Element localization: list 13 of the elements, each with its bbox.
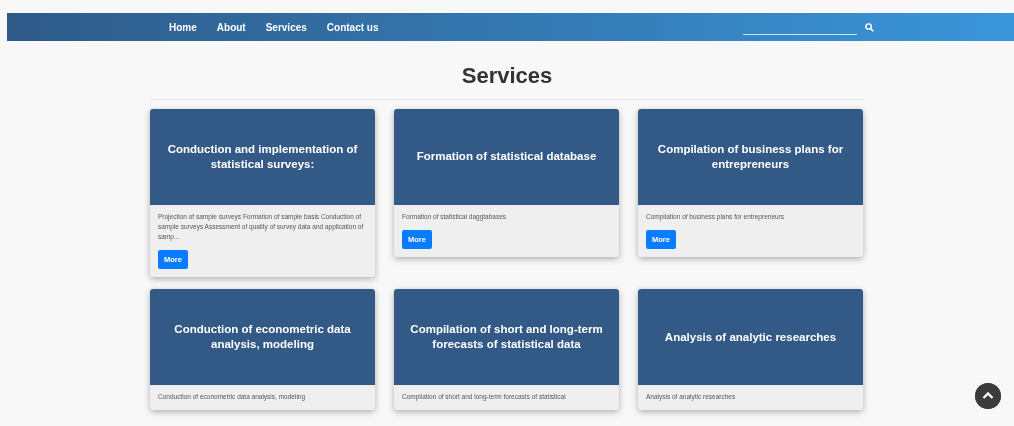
page-title: Services xyxy=(460,62,554,91)
search-icon[interactable] xyxy=(865,22,874,32)
card-title: Compilation of short and long-term forecasts of statistical data xyxy=(409,321,604,353)
nav-link[interactable]: Services xyxy=(265,21,307,33)
card-title: Conduction and implementation of statistical surveys: xyxy=(166,141,359,173)
nav-link[interactable]: Contact us xyxy=(326,21,379,33)
scroll-to-top-icon[interactable] xyxy=(975,383,1001,409)
card-title: Conduction of econometric data analysis, modeling xyxy=(173,321,352,353)
nav-link[interactable]: Home xyxy=(169,21,197,33)
card-title: Analysis of analytic researches xyxy=(664,329,837,345)
card-title: Compilation of business plans for entrepreneurs xyxy=(656,141,845,173)
card-title: Formation of statistical database xyxy=(416,149,597,165)
nav-link[interactable]: About xyxy=(216,21,246,33)
